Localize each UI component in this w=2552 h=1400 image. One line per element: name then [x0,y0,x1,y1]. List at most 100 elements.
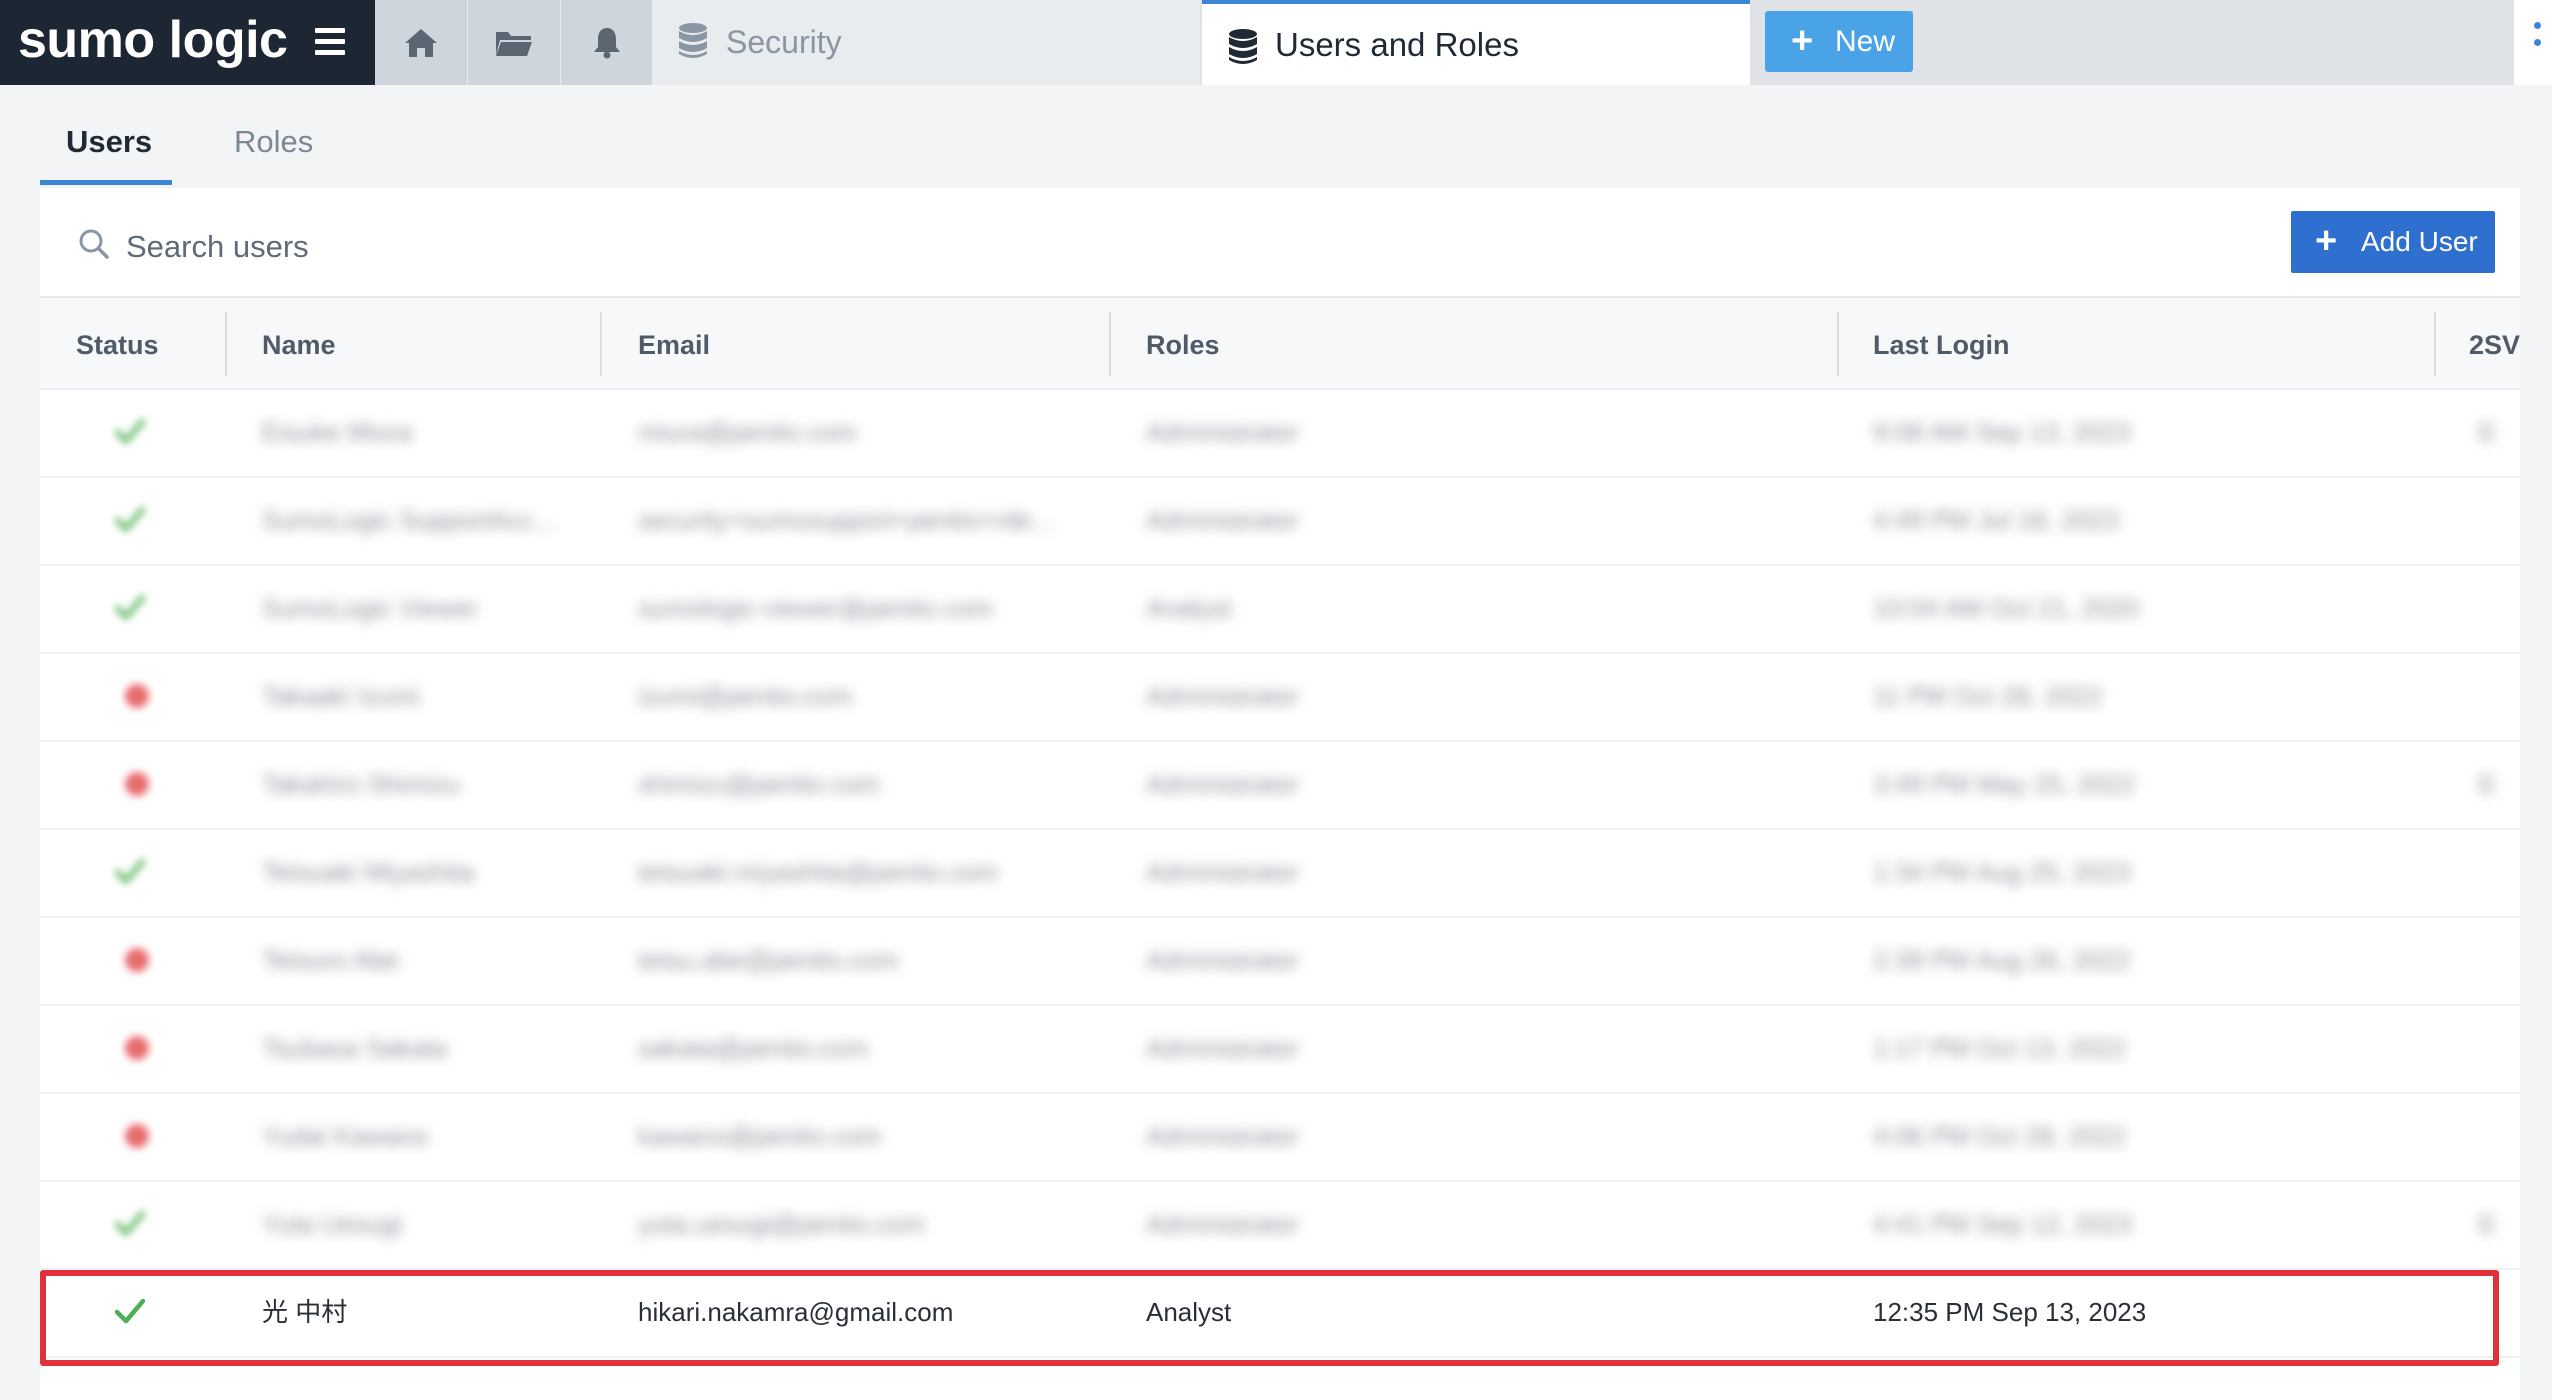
users-panel: + Add User Status Name Email Roles Last … [40,188,2520,1400]
user-last-login-cell: 2:39 PM Aug 26, 2022 [1873,945,2131,975]
user-name-cell: Takaaki Izumi [262,681,420,711]
user-name-cell: Tetsuro Abe [262,945,400,975]
alerts-button[interactable] [561,0,655,85]
table-row[interactable]: Tetsuro Abe tetsu.abe@pentio.com Administr… [40,916,2520,1006]
plus-icon: + [2315,220,2338,262]
user-role-cell: Administrator [1146,1121,1300,1151]
user-email-cell[interactable]: miura@pentio.com [638,388,857,476]
column-resize-handle[interactable] [225,312,227,376]
table-header: Status Name Email Roles Last Login 2SV [40,298,2520,390]
user-last-login-cell: 11 PM Oct 28, 2022 [1873,681,2103,711]
home-button[interactable] [375,0,469,85]
user-last-login-cell: 10:04 AM Oct 21, 2020 [1873,593,2139,623]
inactive-status-icon [125,1036,149,1060]
column-resize-handle[interactable] [2434,312,2436,376]
table-row[interactable]: Eisuke Miura miura@pentio.com Administrato… [40,388,2520,478]
user-email-cell[interactable]: sumologic-viewer@pentio.com [638,564,992,652]
check-icon [115,594,145,620]
menu-icon[interactable] [315,28,345,56]
check-icon [115,506,145,532]
more-options-icon[interactable] [2514,0,2552,85]
search-icon [79,229,109,259]
inactive-status-icon [125,772,149,796]
column-resize-handle[interactable] [1837,312,1839,376]
user-last-login-cell: 4:06 PM Oct 28, 2022 [1873,1121,2126,1151]
tab-security[interactable]: Security [652,0,1200,85]
user-name-cell: Yuta Uesugi [262,1209,403,1239]
inactive-status-icon [125,684,149,708]
add-user-label: Add User [2361,226,2478,257]
user-role-cell: Analyst [1146,593,1232,623]
user-email-cell[interactable]: kawano@pentio.com [638,1092,881,1180]
folder-icon [496,31,532,56]
column-header-email[interactable]: Email [638,330,710,361]
user-role-cell: Administrator [1146,1209,1300,1239]
user-2sv-cell: E [2479,417,2497,447]
column-header-name[interactable]: Name [262,330,336,361]
column-header-2sv[interactable]: 2SV [2469,330,2520,361]
table-row[interactable]: SumoLogic SupportAcc... security+sumosupp… [40,476,2520,566]
new-button[interactable]: + New [1765,11,1913,72]
app-logo[interactable]: sumo logic [0,0,375,85]
table-row[interactable]: Takahiro Shimizu shimizu@pentio.com Admini… [40,740,2520,830]
user-last-login-cell: 4:41 PM Sep 12, 2023 [1873,1209,2132,1239]
user-email-cell[interactable]: security+sumosupport+pentio+rde... [638,476,1054,564]
inactive-status-icon [125,948,149,972]
user-name-cell: Eisuke Miura [262,417,413,447]
table-row[interactable]: Yudai Kawano kawano@pentio.com Administrat… [40,1092,2520,1182]
user-name-cell: SumoLogic Viewer [262,593,479,623]
column-header-status[interactable]: Status [76,330,159,361]
subtab-roles[interactable]: Roles [234,124,313,160]
home-icon [405,28,437,57]
user-role-cell: Administrator [1146,681,1300,711]
column-header-last-login[interactable]: Last Login [1873,330,2010,361]
search-input[interactable] [126,226,726,268]
logo-text: sumo logic [18,11,288,69]
tab-label: Users and Roles [1275,26,1519,63]
user-role-cell: Administrator [1146,505,1300,535]
library-button[interactable] [468,0,562,85]
user-name-cell: Tetsuaki Miyashita [262,857,475,887]
column-resize-handle[interactable] [1109,312,1111,376]
user-email-cell[interactable]: izumi@pentio.com [638,652,852,740]
subtab-users[interactable]: Users [66,124,152,160]
user-email-cell[interactable]: sakata@pentio.com [638,1004,868,1092]
column-header-roles[interactable]: Roles [1146,330,1220,361]
plus-icon: + [1791,20,1814,62]
user-role-cell: Administrator [1146,769,1300,799]
table-row[interactable]: Tetsuaki Miyashita tetsuaki.miyashita@pen… [40,828,2520,918]
user-last-login-cell: 3:49 PM May 25, 2022 [1873,769,2135,799]
user-role-cell: Administrator [1146,417,1300,447]
user-last-login-cell: 9:08 AM Sep 13, 2023 [1873,417,2131,447]
inactive-status-icon [125,1124,149,1148]
user-role-cell: Administrator [1146,1033,1300,1063]
highlight-annotation [40,1270,2499,1366]
tab-label: Security [726,24,842,60]
check-icon [115,418,145,444]
user-2sv-cell: E [2479,1209,2497,1239]
user-email-cell[interactable]: yuta.uesugi@pentio.com [638,1180,925,1268]
tab-users-and-roles[interactable]: Users and Roles [1202,0,1750,85]
active-subtab-indicator [40,180,172,185]
column-resize-handle[interactable] [600,312,602,376]
database-icon [679,23,707,58]
user-last-login-cell: 1:34 PM Aug 25, 2023 [1873,857,2131,887]
check-icon [115,858,145,884]
user-name-cell: SumoLogic SupportAcc... [262,505,556,535]
user-role-cell: Administrator [1146,857,1300,887]
user-email-cell[interactable]: tetsuaki.miyashita@pentio.com [638,828,998,916]
table-row[interactable]: Tsubasa Sakata sakata@pentio.com Administr… [40,1004,2520,1094]
user-email-cell[interactable]: shimizu@pentio.com [638,740,880,828]
new-button-label: New [1835,25,1896,58]
check-icon [115,1210,145,1236]
database-icon [1229,29,1257,64]
table-row[interactable]: SumoLogic Viewer sumologic-viewer@pentio.… [40,564,2520,654]
add-user-button[interactable]: + Add User [2291,211,2495,273]
user-last-login-cell: 1:17 PM Oct 13, 2022 [1873,1033,2126,1063]
user-email-cell[interactable]: tetsu.abe@pentio.com [638,916,899,1004]
table-row[interactable]: Yuta Uesugi yuta.uesugi@pentio.com Adminis… [40,1180,2520,1270]
table-row[interactable]: Takaaki Izumi izumi@pentio.com Administrat… [40,652,2520,742]
user-role-cell: Administrator [1146,945,1300,975]
bell-icon [594,27,620,58]
user-last-login-cell: 4:49 PM Jul 18, 2023 [1873,505,2119,535]
